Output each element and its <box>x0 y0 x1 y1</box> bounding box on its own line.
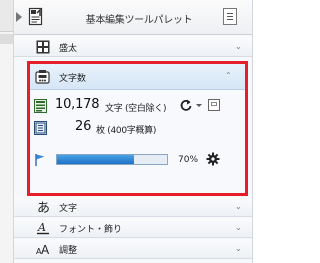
progress-percent: 70% <box>178 155 199 165</box>
chevron-up-icon[interactable]: ⌃ <box>225 71 232 80</box>
chevron-down-icon: ⌄ <box>235 42 242 51</box>
flag-icon <box>35 154 45 166</box>
section-row-mori[interactable]: 盛太 ⌄ <box>14 37 252 57</box>
app-root: 基本編集ツールパレット 盛太 ⌄ あ 文字 ⌄ A フォント・飾り ⌄ A A … <box>0 0 263 263</box>
window-right-edge <box>253 0 263 263</box>
section-row-font[interactable]: A フォント・飾り ⌄ <box>14 218 252 238</box>
svg-text:A: A <box>37 221 46 234</box>
hamburger-menu-icon[interactable] <box>223 8 237 25</box>
progress-line: 70% <box>30 150 245 172</box>
counter-icon <box>35 70 50 84</box>
word-count-header[interactable]: 文字数 ⌃ <box>30 64 245 90</box>
page-count-line: 26 枚 (400字概算) <box>30 118 245 140</box>
character-count-icon <box>34 99 47 113</box>
page-count-value: 26 <box>75 119 92 134</box>
chevron-down-icon: ⌄ <box>235 223 242 232</box>
word-count-section: 文字数 ⌃ 10,178 文字 (空白除く) 26 枚 (400字概算) 70% <box>27 61 248 196</box>
text-size-icon: A A <box>36 243 50 256</box>
section-label: 文字 <box>59 204 78 214</box>
chevron-down-icon: ⌄ <box>235 244 242 253</box>
section-row-adjust[interactable]: A A 調整 ⌄ <box>14 239 252 259</box>
hiragana-a-icon: あ <box>37 201 50 214</box>
progress-fill <box>57 155 134 164</box>
char-count-line: 10,178 文字 (空白除く) <box>30 96 245 118</box>
char-count-value: 10,178 <box>55 97 100 112</box>
word-count-label: 文字数 <box>59 74 87 84</box>
progress-bar <box>56 154 168 165</box>
page-count-icon <box>34 121 47 135</box>
window-icon[interactable] <box>208 99 220 111</box>
palette-header[interactable]: 基本編集ツールパレット <box>14 0 252 35</box>
chevron-down-icon: ⌄ <box>235 202 242 211</box>
host-toolbar-edge <box>0 0 13 32</box>
gear-icon[interactable] <box>206 152 220 166</box>
collapse-triangle-icon[interactable] <box>16 12 22 22</box>
char-count-unit: 文字 (空白除く) <box>105 104 167 114</box>
palette-title: 基本編集ツールパレット <box>85 15 193 26</box>
host-scroll-edge <box>0 34 13 44</box>
grid-icon <box>36 40 50 54</box>
section-label: 調整 <box>59 246 78 256</box>
page-count-unit: 枚 (400字概算) <box>96 126 157 136</box>
section-label: 盛太 <box>59 44 78 54</box>
underline-a-icon: A <box>37 221 49 235</box>
svg-text:A: A <box>41 243 50 256</box>
refresh-icon[interactable] <box>179 98 193 112</box>
host-window-edge <box>0 0 13 263</box>
document-icon <box>28 7 43 26</box>
chevron-down-icon[interactable] <box>196 104 202 107</box>
section-label: フォント・飾り <box>59 225 123 235</box>
section-row-moji[interactable]: あ 文字 ⌄ <box>14 197 252 217</box>
svg-text:あ: あ <box>37 201 50 214</box>
